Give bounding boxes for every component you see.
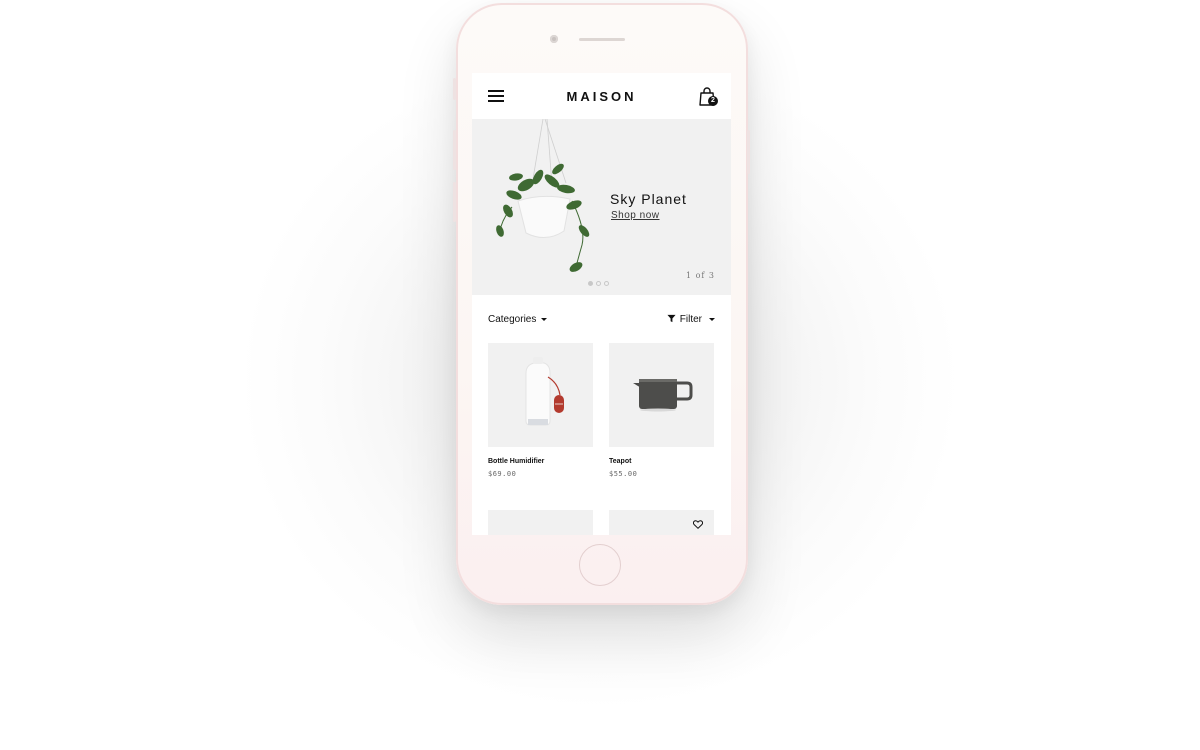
phone-camera	[550, 35, 558, 43]
phone-home-button[interactable]	[579, 544, 621, 586]
product-price: $69.00	[488, 470, 517, 478]
phone-volume-down-button	[453, 182, 456, 222]
product-image[interactable]	[488, 510, 593, 535]
phone-speaker	[579, 38, 625, 41]
hero-title: Sky Planet	[610, 191, 687, 207]
presentation-stage: MAISON 2 Sky Planet Shop now 1 of 3 Cate…	[0, 0, 1200, 750]
product-image[interactable]	[609, 510, 714, 535]
app-header: MAISON 2	[472, 73, 731, 119]
product-name[interactable]: Teapot	[609, 458, 714, 465]
hero-banner[interactable]: Sky Planet Shop now 1 of 3	[472, 119, 731, 295]
product-image[interactable]	[488, 343, 593, 447]
phone-volume-up-button	[453, 130, 456, 170]
product-card[interactable]	[609, 510, 714, 535]
categories-label: Categories	[488, 314, 537, 325]
brand-logo[interactable]: MAISON	[472, 89, 731, 104]
teapot-image	[633, 379, 693, 412]
carousel-dots	[588, 273, 612, 286]
chevron-down-icon	[541, 317, 548, 321]
carousel-dot-1[interactable]	[588, 281, 593, 286]
product-card[interactable]	[488, 510, 593, 535]
product-name[interactable]: Bottle Humidifier	[488, 458, 593, 465]
cart-count-badge: 2	[708, 96, 718, 106]
phone-side-button	[453, 78, 456, 100]
product-card[interactable]: Teapot $55.00	[609, 343, 714, 478]
chevron-down-icon	[709, 317, 715, 321]
app-screen: MAISON 2 Sky Planet Shop now 1 of 3 Cate…	[472, 73, 731, 535]
heart-icon[interactable]	[693, 520, 703, 529]
funnel-icon	[667, 314, 676, 323]
shop-now-link[interactable]: Shop now	[611, 210, 659, 221]
categories-dropdown[interactable]: Categories	[488, 314, 548, 325]
product-card[interactable]: Bottle Humidifier $69.00	[488, 343, 593, 478]
filter-dropdown[interactable]: Filter	[667, 314, 715, 325]
product-price: $55.00	[609, 470, 638, 478]
carousel-counter: 1 of 3	[685, 271, 715, 280]
carousel-dot-3[interactable]	[604, 281, 609, 286]
hanging-plant-image	[496, 119, 590, 272]
filter-label: Filter	[679, 314, 702, 325]
carousel-dot-2[interactable]	[596, 281, 601, 286]
bottle-humidifier-image	[525, 357, 564, 426]
phone-power-button	[747, 130, 750, 174]
product-image[interactable]	[609, 343, 714, 447]
